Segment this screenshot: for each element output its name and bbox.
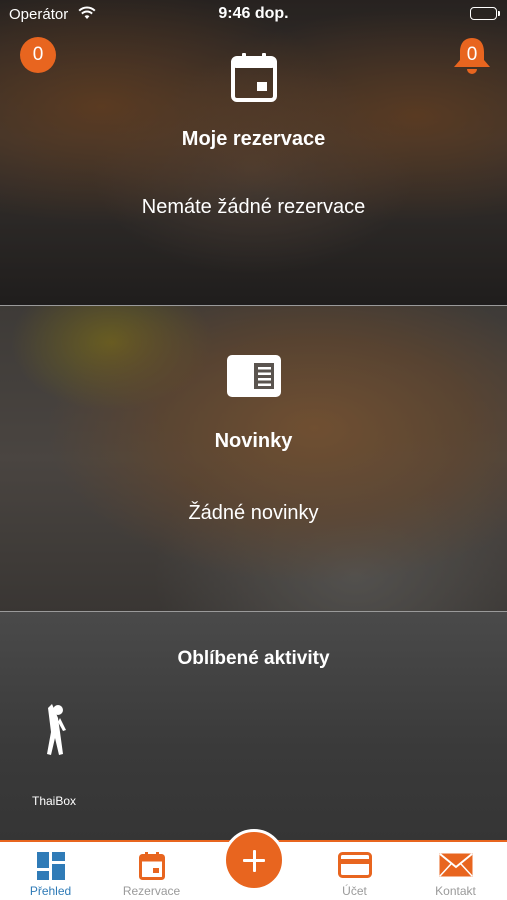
tab-ucet[interactable]: Účet xyxy=(304,842,405,900)
reservations-empty-text: Nemáte žádné rezervace xyxy=(141,196,366,218)
news-empty-text: Žádné novinky xyxy=(188,502,319,524)
newspaper-icon xyxy=(226,354,282,403)
activity-item-thaibox[interactable]: ThaiBox xyxy=(22,702,86,808)
left-count-badge[interactable]: 0 xyxy=(20,37,56,73)
tab-label: Účet xyxy=(342,884,367,898)
tab-rezervace[interactable]: Rezervace xyxy=(101,842,202,900)
favorites-title: Oblíbené aktivity xyxy=(177,648,330,669)
tab-label: Kontakt xyxy=(435,884,476,898)
reservations-title: Moje rezervace xyxy=(181,128,326,150)
stretching-person-icon xyxy=(39,704,69,766)
status-bar: Operátor 9:46 dop. xyxy=(0,0,507,28)
add-reservation-button[interactable] xyxy=(223,829,285,891)
divider xyxy=(0,611,507,612)
favorite-activities-section: Oblíbené aktivity ThaiBox xyxy=(0,612,507,840)
divider xyxy=(0,305,507,306)
news-title: Novinky xyxy=(214,430,293,452)
envelope-icon xyxy=(438,852,474,883)
dashboard-icon xyxy=(36,852,65,885)
reservations-panel[interactable]: Moje rezervace Nemáte žádné rezervace xyxy=(0,0,507,305)
tab-label: Rezervace xyxy=(122,884,181,898)
calendar-icon xyxy=(138,852,165,885)
news-panel[interactable]: Novinky Žádné novinky xyxy=(0,306,507,611)
notification-bell-icon[interactable]: 0 xyxy=(451,36,493,76)
tab-prehled[interactable]: Přehled xyxy=(0,842,101,900)
calendar-icon xyxy=(230,52,277,107)
tab-label: Přehled xyxy=(29,884,72,898)
tab-kontakt[interactable]: Kontakt xyxy=(405,842,506,900)
status-time: 9:46 dop. xyxy=(218,5,289,22)
activity-label: ThaiBox xyxy=(31,794,77,808)
notification-count: 0 xyxy=(466,44,478,65)
battery-icon xyxy=(470,7,500,20)
credit-card-icon xyxy=(337,852,372,883)
